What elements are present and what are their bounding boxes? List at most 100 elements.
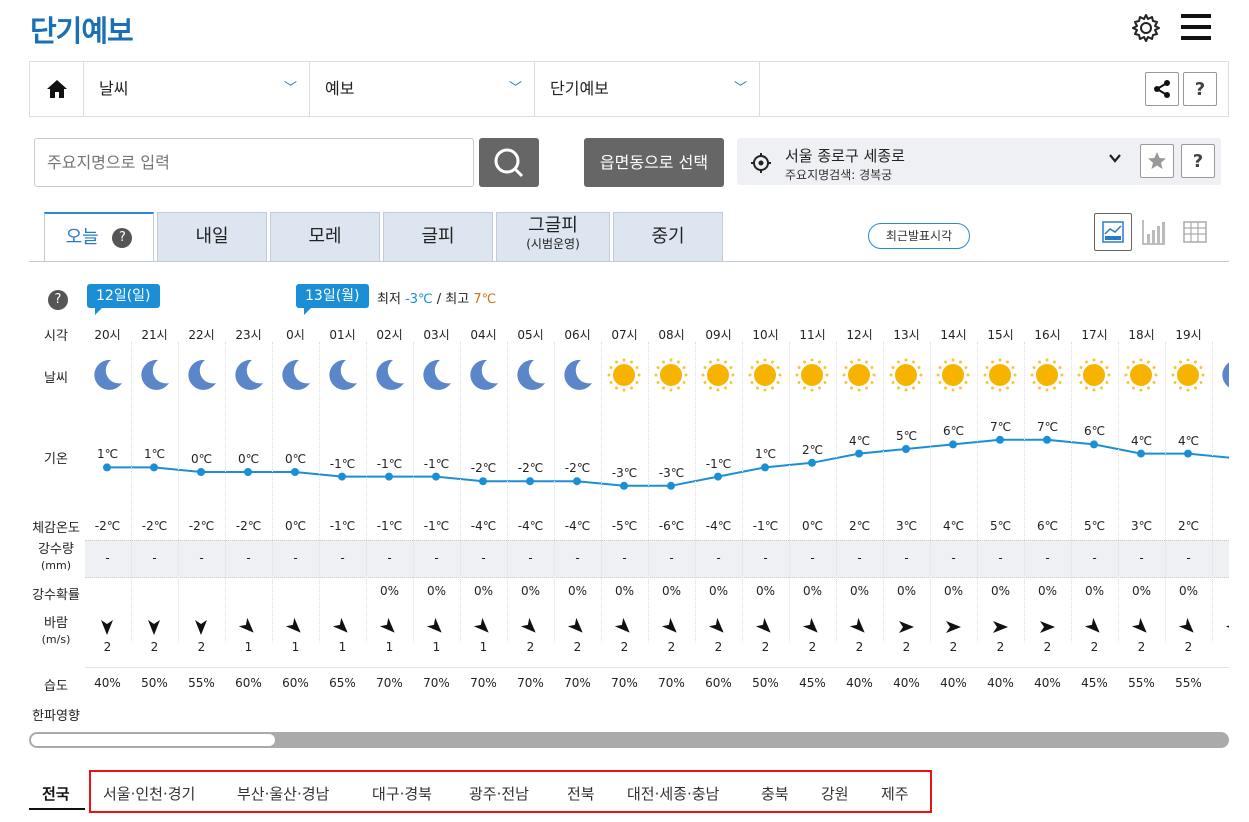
tab-today[interactable]: 오늘 ? [44, 212, 154, 262]
humidity-value: 45% [799, 676, 826, 690]
tab-four-days[interactable]: 그글피 (시범운영) [496, 212, 610, 262]
humidity-value: 6 [1212, 676, 1229, 690]
wind-speed: 2 [1137, 640, 1146, 654]
tab-day-after[interactable]: 모레 [270, 212, 380, 262]
precip-prob: 0% [802, 584, 823, 598]
hour-label: 16시 [1034, 328, 1061, 342]
wind-speed: 2 [808, 640, 817, 654]
sun-icon [795, 358, 829, 392]
precip-value: - [387, 551, 392, 565]
moon-icon [564, 359, 592, 390]
wind-direction-icon [474, 618, 489, 633]
humidity-value: 40% [94, 676, 121, 690]
bar-chart-icon[interactable] [1141, 218, 1167, 250]
region-tab-busan[interactable]: 부산·울산·경남 [237, 783, 329, 804]
moon-icon [470, 359, 498, 390]
scrollbar-thumb[interactable] [31, 734, 275, 746]
wind-speed: 2 [1090, 640, 1099, 654]
precip-value: - [199, 551, 204, 565]
humidity-value: 55% [1175, 676, 1202, 690]
temp-label: -1℃ [329, 456, 356, 471]
humidity-value: 70% [470, 676, 497, 690]
gear-icon[interactable] [1130, 12, 1162, 44]
hour-label: 22시 [188, 328, 215, 342]
wind-direction-icon [850, 618, 865, 633]
home-button[interactable] [30, 62, 84, 116]
emd-select-button[interactable]: 읍면동으로 선택 [584, 138, 724, 187]
feels-value: 5℃ [989, 519, 1012, 533]
table-view-icon[interactable] [1183, 220, 1207, 248]
help-icon[interactable]: ? [112, 228, 133, 248]
precip-prob: 0% [1178, 584, 1199, 598]
nav-select-forecast[interactable]: 예보 ﹀ [310, 62, 535, 116]
tab-three-days[interactable]: 글피 [383, 212, 493, 262]
temp-label: 0℃ [190, 452, 213, 466]
favorite-button[interactable] [1140, 144, 1174, 178]
hour-label: 10시 [752, 328, 779, 342]
region-tab-gangwon[interactable]: 강원 [821, 783, 849, 804]
location-target-icon[interactable] [751, 153, 771, 177]
wind-direction-icon [899, 621, 914, 633]
tab-tomorrow[interactable]: 내일 [157, 212, 267, 262]
recent-announcement-button[interactable]: 최근발표시각 [868, 223, 970, 249]
region-tab-jeonbuk[interactable]: 전북 [567, 783, 595, 804]
search-button[interactable] [479, 138, 539, 187]
moon-icon [94, 359, 122, 390]
moon-icon [282, 359, 310, 390]
sun-icon [889, 358, 923, 392]
humidity-value: 70% [376, 676, 403, 690]
precip-value: - [105, 551, 110, 565]
feels-value: -2℃ [141, 519, 168, 533]
region-tab-seoul[interactable]: 서울·인천·경기 [103, 783, 195, 804]
humidity-value: 60% [282, 676, 309, 690]
location-help-button[interactable]: ? [1181, 144, 1215, 178]
humidity-value: 40% [940, 676, 967, 690]
precip-prob: 0% [755, 584, 776, 598]
region-tab-chungbuk[interactable]: 충북 [761, 783, 789, 804]
hour-label: 14시 [940, 328, 967, 342]
share-icon [1154, 80, 1170, 98]
precip-value: - [1186, 551, 1191, 565]
hour-label: 0시 [286, 328, 305, 342]
region-tab-national[interactable]: 전국 [42, 783, 70, 804]
region-tab-jeju[interactable]: 제주 [881, 783, 909, 804]
nav-select-short-forecast[interactable]: 단기예보 ﹀ [535, 62, 760, 116]
graph-view-button[interactable] [1094, 213, 1132, 251]
humidity-value: 70% [423, 676, 450, 690]
region-tab-gwangju[interactable]: 광주·전남 [469, 783, 529, 804]
temp-label: -1℃ [376, 456, 403, 471]
nav-select-short-forecast-label: 단기예보 [550, 79, 609, 98]
location-landmark: 주요지명검색: 경복궁 [785, 168, 893, 182]
nav-select-weather[interactable]: 날씨 ﹀ [84, 62, 310, 116]
feels-value: 3℃ [1130, 519, 1153, 533]
precip-value: - [152, 551, 157, 565]
wind-speed: 1 [432, 640, 441, 654]
precip-prob: 0% [614, 584, 635, 598]
forecast-columns: 20시 1℃ -2℃ -2 40% 21시 1℃ -2℃ -2 50% 22시 0℃ -2℃ -2 55% 2… [29, 262, 1229, 750]
precip-prob: 0% [943, 584, 964, 598]
precip-prob: 0% [661, 584, 682, 598]
temp-label: 4℃ [1177, 433, 1200, 448]
tab-mid-term[interactable]: 중기 [613, 212, 723, 262]
wind-speed: 2 [761, 640, 770, 654]
wind-direction-icon [148, 620, 160, 635]
region-active-underline [29, 808, 85, 810]
temp-label: 7℃ [1036, 419, 1059, 434]
feels-value: 0℃ [284, 519, 307, 533]
region-tab-daejeon[interactable]: 대전·세종·충남 [627, 783, 719, 804]
temp-label: 4℃ [1130, 433, 1153, 448]
region-tab-daegu[interactable]: 대구·경북 [372, 783, 432, 804]
tab-four-days-label: 그글피 [528, 215, 578, 236]
wind-direction-icon [521, 618, 536, 633]
hamburger-menu-icon[interactable] [1181, 14, 1211, 42]
precip-value: - [1092, 551, 1097, 565]
hour-label: 01시 [329, 328, 356, 342]
location-dropdown-icon[interactable] [1108, 150, 1122, 169]
search-input[interactable] [34, 138, 474, 187]
wind-speed: 2 [855, 640, 864, 654]
help-button[interactable]: ? [1183, 72, 1217, 106]
precip-value: - [1045, 551, 1050, 565]
temp-label: 7℃ [989, 419, 1012, 434]
wind-speed: 1 [385, 640, 394, 654]
share-button[interactable] [1145, 72, 1179, 106]
